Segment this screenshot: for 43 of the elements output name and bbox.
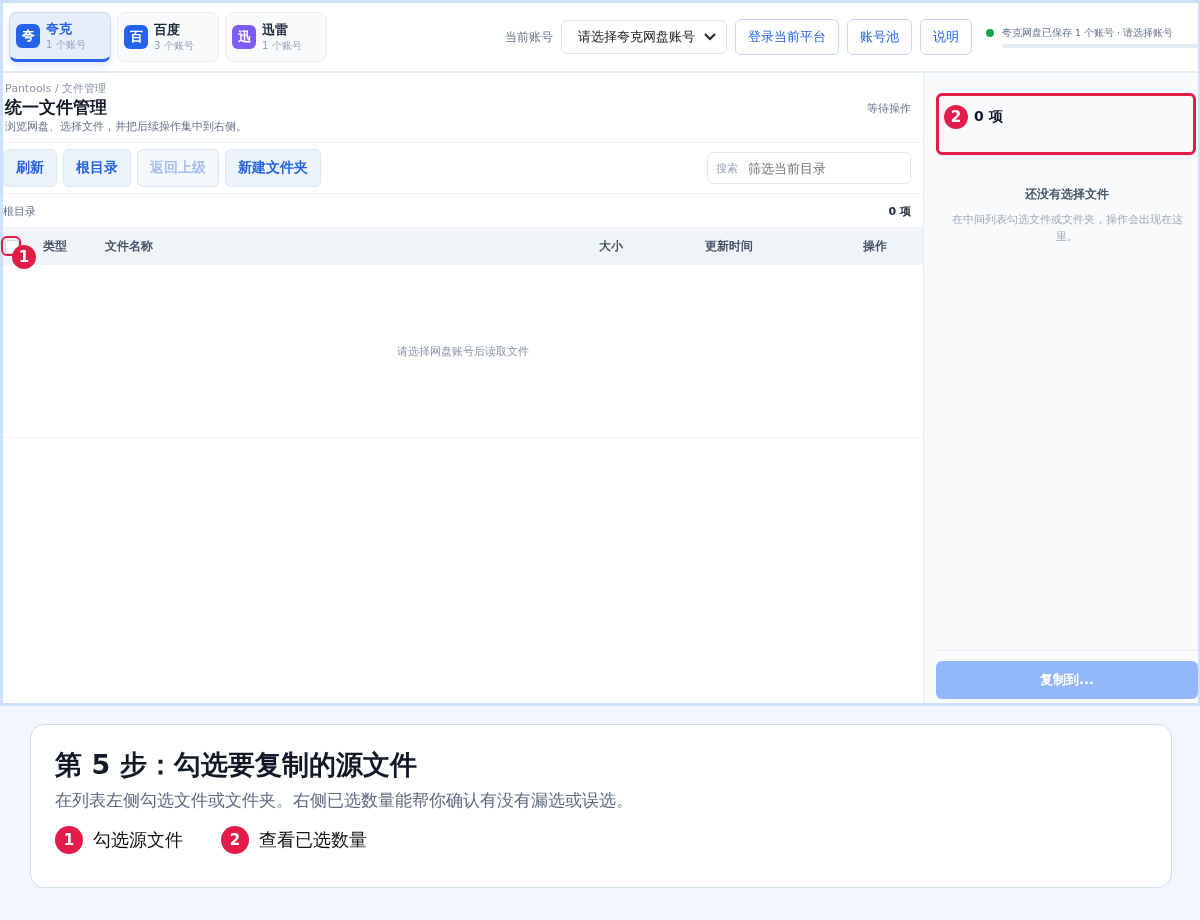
page-subtitle: 浏览网盘、选择文件，并把后续操作集中到右侧。: [5, 119, 247, 134]
selected-count: 0 项: [974, 108, 1003, 126]
current-path: 根目录: [3, 204, 36, 219]
toolbar-button[interactable]: 根目录: [63, 149, 131, 187]
column-header: 文件名称: [105, 237, 154, 255]
step-title: 第 5 步：勾选要复制的源文件: [55, 748, 418, 782]
platform-icon: 迅: [232, 25, 256, 49]
operation-status: 等待操作: [867, 101, 911, 116]
account-label: 当前账号: [505, 28, 553, 46]
empty-title: 还没有选择文件: [1024, 186, 1110, 203]
platform-name: 夸克: [46, 20, 72, 38]
step-description: 在列表左侧勾选文件或文件夹。右侧已选数量能帮你确认有没有漏选或误选。: [55, 789, 634, 812]
header-button[interactable]: 账号池: [847, 19, 912, 55]
legend-text: 勾选源文件: [93, 828, 183, 852]
column-header: 大小: [599, 237, 624, 255]
header-button[interactable]: 登录当前平台: [735, 19, 839, 55]
breadcrumb: Pantools / 文件管理: [5, 81, 108, 96]
column-header: 更新时间: [705, 237, 754, 255]
legend-text: 查看已选数量: [259, 828, 367, 852]
page-title: 统一文件管理: [5, 96, 108, 119]
header-button[interactable]: 说明: [920, 19, 972, 55]
account-count: 1 个账号: [262, 39, 302, 53]
empty-message: 请选择网盘账号后读取文件: [397, 343, 529, 359]
item-count: 0 项: [888, 204, 911, 219]
toolbar-button[interactable]: 新建文件夹: [225, 149, 321, 187]
platform-name: 迅雷: [262, 21, 288, 39]
search-label: 搜索: [716, 161, 738, 176]
platform-icon: 夸: [16, 24, 40, 48]
account-select[interactable]: 请选择夸克网盘账号: [561, 20, 727, 54]
toolbar-button[interactable]: 刷新: [3, 149, 57, 187]
column-header: 操作: [863, 237, 887, 255]
account-count: 3 个账号: [154, 39, 194, 53]
status-text: 夸克网盘已保存 1 个账号 · 请选择账号: [1002, 26, 1174, 40]
column-header: 类型: [43, 237, 68, 255]
chevron-down-icon: [704, 33, 716, 41]
legend-marker: 2: [221, 826, 249, 854]
callout-marker: 1: [12, 245, 36, 269]
platform-icon: 百: [124, 25, 148, 49]
legend-marker: 1: [55, 826, 83, 854]
platform-name: 百度: [154, 21, 180, 39]
account-count: 1 个账号: [46, 38, 86, 52]
callout-marker: 2: [944, 105, 968, 129]
empty-note: 在中间列表勾选文件或文件夹，操作会出现在这里。: [950, 212, 1184, 244]
